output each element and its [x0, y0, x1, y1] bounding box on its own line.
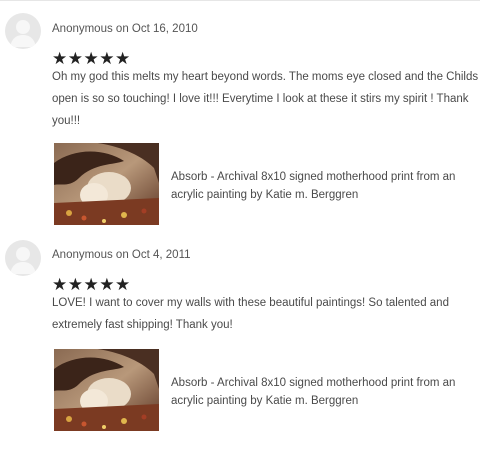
painting-image-icon: [54, 143, 159, 225]
avatar[interactable]: [5, 240, 41, 276]
painting-image-icon: [54, 349, 159, 431]
review-text: LOVE! I want to cover my walls with thes…: [52, 297, 449, 331]
user-icon: [10, 20, 36, 47]
reviewer-name-date[interactable]: Anonymous on Oct 4, 2011: [52, 249, 191, 261]
top-divider: [0, 0, 480, 1]
avatar[interactable]: [5, 13, 41, 49]
reviewer-name-date[interactable]: Anonymous on Oct 16, 2010: [52, 23, 198, 35]
product-title-link[interactable]: Absorb - Archival 8x10 signed motherhood…: [171, 374, 476, 410]
review-text: Oh my god this melts my heart beyond wor…: [52, 71, 479, 127]
user-icon: [10, 247, 36, 274]
star-rating-icon: ★★★★★: [52, 49, 131, 68]
product-thumbnail[interactable]: [54, 143, 159, 225]
star-rating-icon: ★★★★★: [52, 275, 131, 294]
product-title-link[interactable]: Absorb - Archival 8x10 signed motherhood…: [171, 168, 476, 204]
product-thumbnail[interactable]: [54, 349, 159, 431]
